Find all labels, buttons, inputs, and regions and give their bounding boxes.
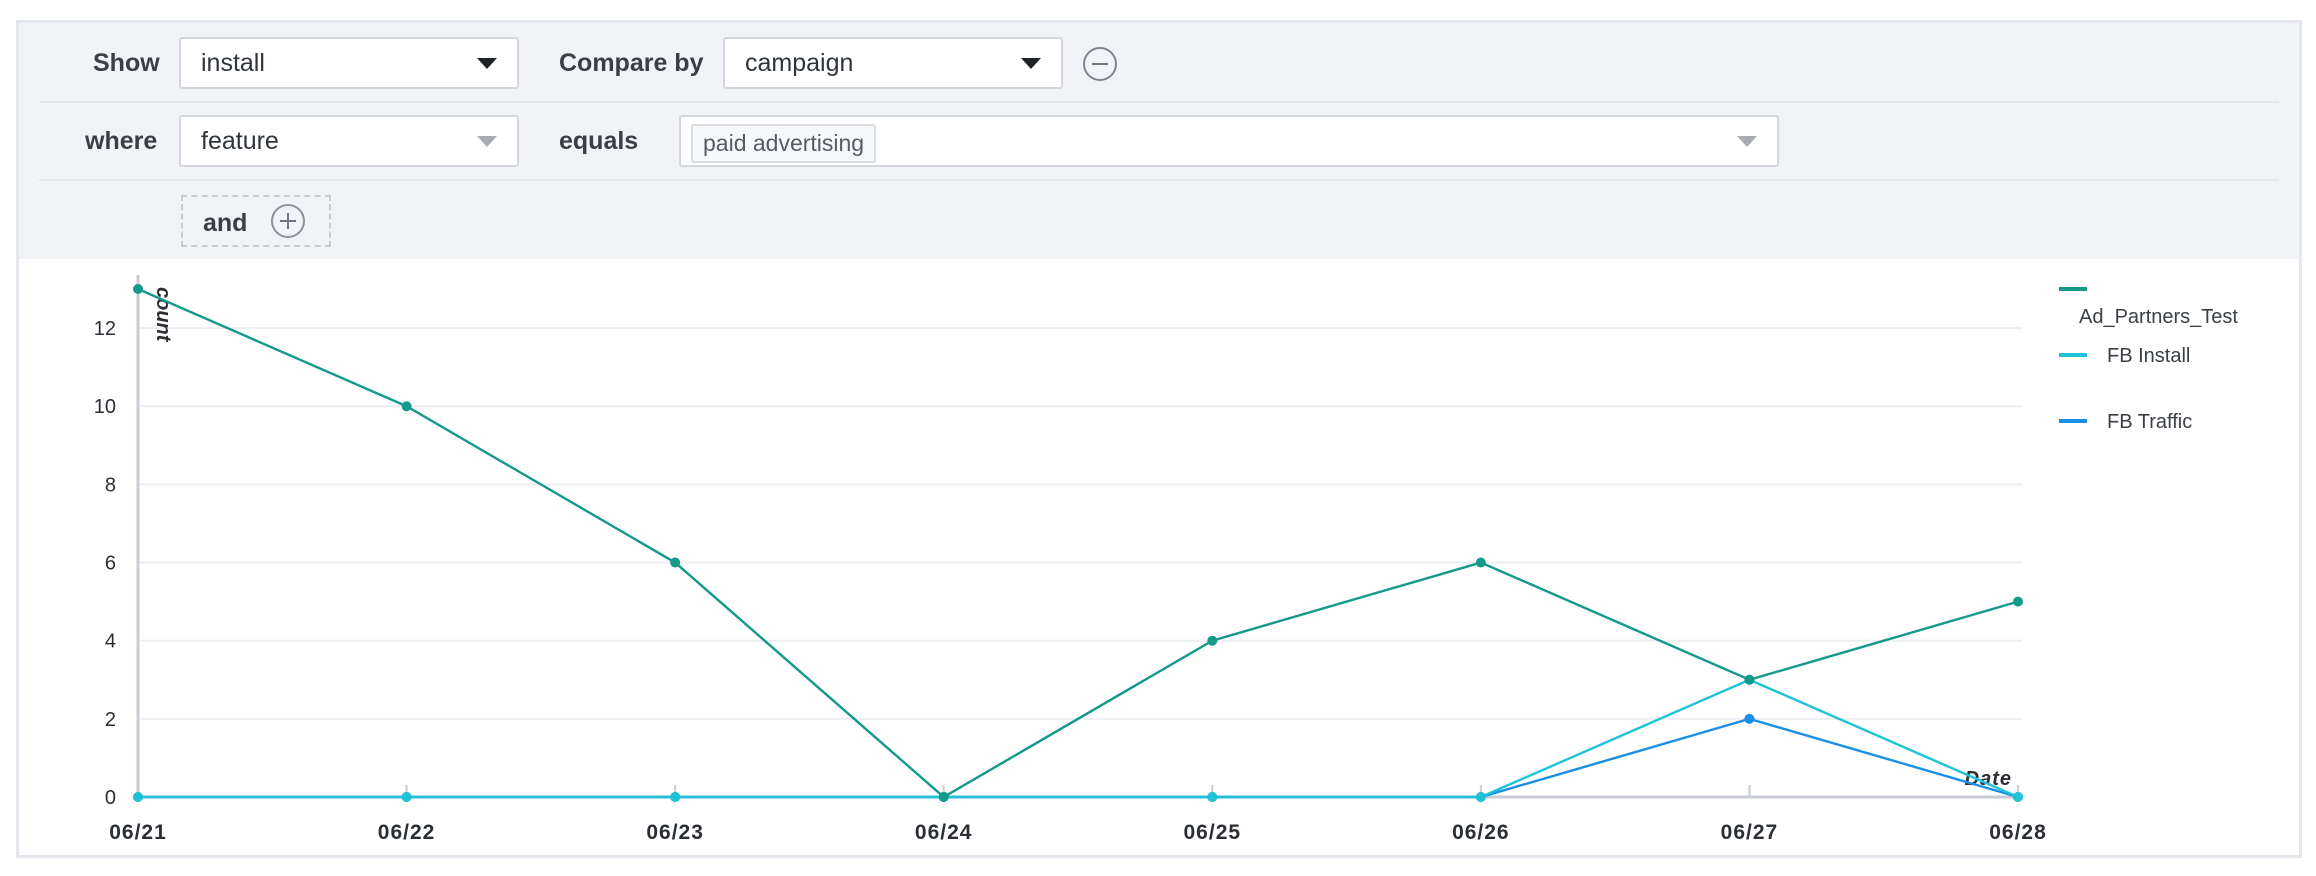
- y-tick-label: 12: [94, 318, 116, 340]
- show-label: Show: [93, 49, 160, 77]
- equals-label: equals: [559, 127, 639, 155]
- data-point: [401, 401, 412, 412]
- data-point: [1207, 792, 1218, 802]
- series-line: [138, 678, 2019, 799]
- data-point: [1475, 792, 1486, 802]
- chevron-down-icon: [1737, 136, 1757, 147]
- y-tick-label: 2: [105, 709, 116, 731]
- series-points: [133, 284, 2023, 802]
- x-tick-label: 06/26: [1452, 821, 1510, 844]
- axes: 0 2 4 6 8 10 12 06/21 06/22 06/23 06/24 06/25 06/26 0…: [94, 275, 2047, 844]
- compare-by-label: Compare by: [559, 49, 704, 77]
- x-tick-label: 06/21: [109, 821, 167, 844]
- data-point: [133, 284, 143, 294]
- row-divider: [39, 179, 2279, 181]
- remove-compare-button[interactable]: [1083, 47, 1117, 81]
- where-label: where: [85, 127, 158, 155]
- series-line: [137, 287, 2019, 799]
- x-tick-label: 06/25: [1184, 821, 1242, 844]
- chart-svg: 0 2 4 6 8 10 12 06/21 06/22 06/23 06/24 06/25 06/26 0…: [94, 275, 2238, 844]
- y-tick-label: 0: [105, 787, 116, 809]
- data-point: [1207, 635, 1218, 646]
- data-point: [133, 792, 143, 802]
- x-tick-label: 06/24: [915, 821, 973, 844]
- x-axis-title: Date: [1965, 768, 2012, 790]
- legend: Ad_Partners_Test FB Install FB Traffic: [2059, 287, 2238, 433]
- series-line: [138, 717, 2019, 799]
- and-label: and: [203, 209, 248, 237]
- equals-value-tag[interactable]: paid advertising: [691, 124, 877, 163]
- data-point: [1475, 557, 1486, 568]
- y-tick-label: 6: [105, 553, 116, 575]
- legend-label: Ad_Partners_Test: [2079, 306, 2238, 328]
- filter-panel: Show install Compare by campaign where f…: [19, 23, 2299, 259]
- show-select-value: install: [201, 49, 265, 77]
- where-select[interactable]: feature: [179, 115, 519, 167]
- series-lines: [137, 287, 2019, 799]
- y-tick-label: 10: [94, 396, 116, 418]
- x-tick-label: 06/23: [646, 821, 704, 844]
- compare-by-select-value: campaign: [745, 49, 854, 77]
- data-point: [2013, 596, 2023, 607]
- legend-label: FB Traffic: [2107, 411, 2192, 433]
- data-point: [1744, 713, 1755, 724]
- data-point: [670, 792, 681, 802]
- x-tick-label: 06/22: [378, 821, 436, 844]
- x-tick-label: 06/28: [1989, 821, 2047, 844]
- chevron-down-icon: [477, 136, 497, 147]
- data-point: [2013, 792, 2023, 802]
- report-panel: Show install Compare by campaign where f…: [16, 20, 2302, 858]
- legend-label: FB Install: [2107, 345, 2190, 367]
- where-select-value: feature: [201, 127, 279, 155]
- add-condition-button[interactable]: and: [181, 195, 331, 247]
- row-divider: [39, 101, 2279, 103]
- x-tick-label: 06/27: [1721, 821, 1779, 844]
- data-point: [670, 557, 681, 568]
- minus-icon: [1092, 63, 1108, 65]
- chevron-down-icon: [477, 58, 497, 69]
- data-point: [401, 792, 412, 802]
- chevron-down-icon: [1021, 58, 1041, 69]
- plus-icon: [271, 204, 305, 238]
- y-tick-label: 8: [105, 474, 116, 496]
- grid: [138, 327, 2022, 720]
- data-point: [1744, 674, 1755, 685]
- line-chart: 0 2 4 6 8 10 12 06/21 06/22 06/23 06/24 06/25 06/26 0…: [19, 259, 2299, 855]
- compare-by-select[interactable]: campaign: [723, 37, 1063, 89]
- data-point: [938, 792, 949, 802]
- show-select[interactable]: install: [179, 37, 519, 89]
- y-tick-label: 4: [105, 631, 116, 653]
- equals-select[interactable]: paid advertising: [679, 115, 1779, 167]
